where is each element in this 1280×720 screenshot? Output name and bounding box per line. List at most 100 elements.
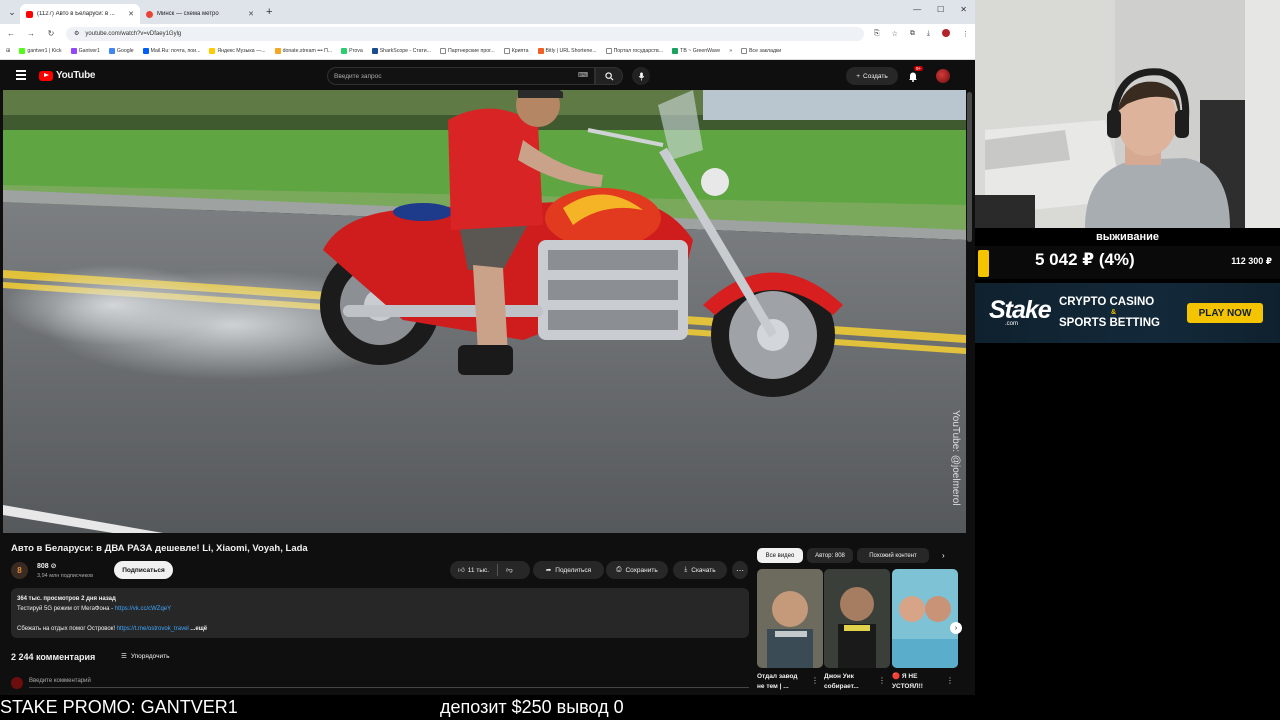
apps-icon[interactable]: ⊞ — [6, 48, 10, 54]
keyboard-icon[interactable]: ⌨ — [578, 71, 588, 79]
more-options-icon[interactable]: ⋮ — [946, 676, 954, 685]
maximize-icon[interactable]: ☐ — [937, 5, 944, 14]
bookmark[interactable]: Google — [108, 48, 134, 54]
hamburger-menu-icon[interactable] — [16, 70, 26, 82]
plus-icon: + — [856, 72, 861, 80]
more-actions-button[interactable]: ⋯ — [732, 561, 748, 579]
recommended-thumbnail[interactable] — [757, 569, 823, 668]
site-info-icon[interactable]: ⚙ — [74, 30, 79, 37]
video-watermark: YouTube: @joelmerol — [950, 410, 961, 506]
bookmark[interactable]: Bitly | URL Shortene... — [537, 48, 597, 54]
sort-comments-button[interactable]: ☰ Упорядочить — [121, 652, 170, 661]
thumbs-down-icon: 👎︎ — [506, 567, 513, 574]
recommended-caption[interactable]: 🔴 Я НЕ УСТОЯЛ!! — [892, 672, 950, 692]
all-bookmarks[interactable]: Все закладки — [741, 48, 781, 54]
new-tab-button[interactable]: + — [266, 6, 272, 18]
tab-search-icon[interactable]: ⌄ — [4, 7, 20, 18]
bookmark-folder[interactable]: Портал государств... — [605, 48, 663, 54]
next-thumbnails-icon[interactable]: › — [950, 622, 962, 634]
more-options-icon[interactable]: ⋮ — [811, 676, 819, 685]
chip-author[interactable]: Автор: 808 — [807, 548, 853, 563]
download-icon[interactable]: ⤓ — [927, 30, 930, 38]
logo-text: YouTube — [56, 70, 96, 81]
more-options-icon[interactable]: ⋮ — [878, 676, 886, 685]
bookmark-favicon-icon — [537, 48, 544, 54]
user-avatar — [11, 677, 23, 689]
notifications-button[interactable]: 9+ — [908, 66, 924, 87]
voice-search-button[interactable] — [632, 67, 650, 85]
address-bar: ← → ↻ ⚙ youtube.com/watch?v=vDfaey1Gylg … — [0, 24, 975, 43]
bookmark[interactable]: Яндекс Музыка —... — [209, 48, 266, 54]
goal-title: выживание — [975, 228, 1280, 246]
search-input[interactable]: Введите запрос — [327, 67, 595, 85]
bookmark-favicon-icon — [108, 48, 115, 54]
bookmark[interactable]: Mail.Ru: почта, пои... — [142, 48, 200, 54]
caption-line: не тем | ... — [757, 683, 789, 690]
create-button[interactable]: + Создать — [846, 67, 898, 85]
comment-input[interactable]: Введите комментарий — [29, 678, 749, 688]
save-button[interactable]: ⎙ Сохранить — [606, 561, 668, 579]
ad-line-2: SPORTS BETTING — [1059, 317, 1160, 329]
show-more-button[interactable]: ...ещё — [190, 626, 207, 632]
recommended-thumbnail[interactable] — [892, 569, 958, 668]
close-tab-icon[interactable]: ✕ — [128, 10, 134, 18]
bookmark[interactable]: donate.stream ••• П... — [274, 48, 332, 54]
tab-metro[interactable]: Минск — схема метро ✕ — [140, 4, 260, 24]
bookmark-star-icon[interactable]: ☆ — [892, 30, 898, 38]
recommended-thumbnail[interactable] — [824, 569, 890, 668]
forward-icon[interactable]: → — [26, 29, 36, 38]
goal-progress: 5 042 ₽ (4%) 112 300 ₽ — [975, 246, 1280, 279]
like-count: 11 тыс. — [467, 566, 490, 574]
close-tab-icon[interactable]: ✕ — [248, 10, 254, 18]
caption-line: УСТОЯЛ!! — [892, 683, 923, 690]
search-placeholder: Введите запрос — [334, 72, 382, 80]
bookmark[interactable]: Gantver1 — [70, 48, 100, 54]
chip-related[interactable]: Похожий контент — [857, 548, 929, 563]
url-field[interactable]: ⚙ youtube.com/watch?v=vDfaey1Gylg — [66, 26, 864, 41]
bookmark-label: Prova — [349, 48, 363, 54]
subscribe-button[interactable]: Подписаться — [114, 561, 173, 579]
bookmark-folder[interactable]: Крипта — [503, 48, 529, 54]
thumbnail-image — [757, 569, 823, 668]
tab-youtube[interactable]: (1127) Авто в Беларуси: в ... ✕ — [20, 4, 140, 24]
recommended-caption[interactable]: Джон Уик собирает... — [824, 672, 882, 692]
chip-all-videos[interactable]: Все видео — [757, 548, 803, 563]
dislike-button[interactable]: 👎︎ — [506, 566, 513, 574]
share-button[interactable]: ➦ Поделиться — [533, 561, 604, 579]
install-icon[interactable]: ⎘ — [874, 30, 880, 38]
minimize-icon[interactable]: — — [913, 5, 921, 14]
bookmark[interactable]: SharkScope - Стати... — [371, 48, 431, 54]
bookmark-label: TB ~ GreenWave — [680, 48, 721, 54]
back-icon[interactable]: ← — [6, 29, 16, 38]
channel-name[interactable]: 808 ⊘ — [37, 562, 57, 570]
description-link[interactable]: https://vk.cc/cWZqeY — [115, 606, 171, 612]
video-description[interactable]: 364 тыс. просмотров 2 дня назад Тестируй… — [11, 588, 749, 638]
like-button[interactable]: 👍︎ 11 тыс. — [458, 566, 490, 575]
stake-logo-sub: .com — [1005, 321, 1019, 327]
bookmark-label: Gantver1 — [78, 48, 100, 54]
page-scrollbar[interactable] — [967, 92, 972, 242]
channel-avatar[interactable]: 8 — [11, 562, 28, 579]
youtube-logo[interactable]: YouTube — [39, 70, 96, 81]
menu-icon[interactable]: ⋮ — [962, 30, 969, 38]
bookmark[interactable]: gantver1 | Kick — [19, 48, 62, 54]
extensions-icon[interactable]: ⧉ — [910, 30, 915, 38]
stake-ad-banner: Stake .com CRYPTO CASINO & SPORTS BETTIN… — [975, 283, 1280, 343]
play-now-button: PLAY NOW — [1187, 303, 1263, 323]
close-window-icon[interactable]: ✕ — [960, 5, 967, 14]
more-bookmarks-icon[interactable]: » — [729, 48, 732, 54]
reload-icon[interactable]: ↻ — [46, 29, 56, 38]
profile-icon[interactable] — [942, 28, 950, 39]
description-link[interactable]: https://t.me/ostrovok_travel — [117, 626, 189, 632]
bookmark-folder[interactable]: Партнерские прог... — [440, 48, 495, 54]
search-button[interactable] — [595, 67, 623, 85]
goal-value: 5 042 ₽ (4%) — [1035, 250, 1135, 269]
download-button[interactable]: ⤓ Скачать — [673, 561, 727, 579]
video-player[interactable] — [3, 90, 966, 533]
account-avatar[interactable] — [936, 69, 950, 83]
bookmark[interactable]: Prova — [341, 48, 363, 54]
bookmark[interactable]: TB ~ GreenWave — [672, 48, 720, 54]
chevron-right-icon[interactable]: › — [942, 551, 945, 560]
thumbnail-image — [824, 569, 890, 668]
recommended-caption[interactable]: Отдал завод не тем | ... — [757, 672, 815, 692]
